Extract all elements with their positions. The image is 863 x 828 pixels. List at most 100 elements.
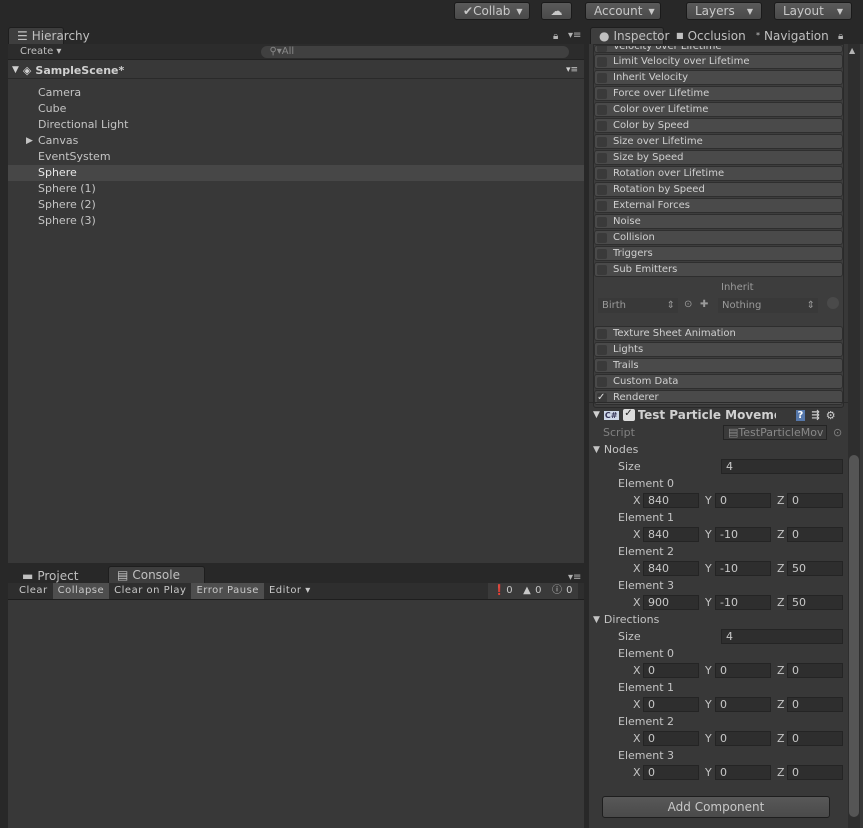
warning-count-toggle[interactable]: ▲ 0 xyxy=(518,583,547,599)
particle-module-header[interactable]: Limit Velocity over Lifetime xyxy=(594,54,843,69)
tab-inspector[interactable]: ● Inspector xyxy=(590,27,669,44)
hierarchy-item[interactable]: Sphere xyxy=(8,165,584,181)
particle-module-header[interactable]: Size by Speed xyxy=(594,150,843,165)
module-checkbox[interactable] xyxy=(597,248,607,259)
vector-z-field[interactable]: 0 xyxy=(787,663,843,678)
tab-project[interactable]: ▬ Project xyxy=(14,567,86,584)
layout-button[interactable]: Layout ▼ xyxy=(774,2,852,20)
panel-menu-icon[interactable]: ▾≡ xyxy=(568,572,581,583)
module-checkbox[interactable] xyxy=(597,72,607,83)
sub-emitter-type-select[interactable]: Birth ⇕ xyxy=(598,298,678,313)
vector-y-field[interactable]: -10 xyxy=(715,561,771,576)
component-enabled-checkbox[interactable]: ✓ xyxy=(622,409,635,421)
particle-module-header[interactable]: Triggers xyxy=(594,246,843,261)
particle-module-header[interactable]: Noise xyxy=(594,214,843,229)
particle-module-header[interactable]: Lights xyxy=(594,342,843,357)
vector-z-field[interactable]: 0 xyxy=(787,765,843,780)
preset-icon[interactable]: ⇶ xyxy=(811,410,819,421)
module-checkbox[interactable] xyxy=(597,136,607,147)
particle-module-header[interactable]: Inherit Velocity xyxy=(594,70,843,85)
hierarchy-item[interactable]: Directional Light xyxy=(8,117,584,133)
add-component-button[interactable]: Add Component xyxy=(602,796,830,818)
module-checkbox[interactable] xyxy=(597,56,607,67)
panel-menu-icon[interactable]: ▾≡ xyxy=(568,30,581,41)
array-size-field[interactable]: 4 xyxy=(721,629,843,644)
scrollbar-thumb[interactable] xyxy=(849,455,859,817)
particle-module-header[interactable]: Collision xyxy=(594,230,843,245)
vector-x-field[interactable]: 900 xyxy=(643,595,699,610)
vector-x-field[interactable]: 840 xyxy=(643,561,699,576)
account-button[interactable]: Account ▼ xyxy=(585,2,661,20)
particle-module-header[interactable]: Texture Sheet Animation xyxy=(594,326,843,341)
vector-x-field[interactable]: 0 xyxy=(643,731,699,746)
module-checkbox[interactable] xyxy=(597,200,607,211)
inspector-scrollbar[interactable]: ▲ xyxy=(848,44,860,828)
hierarchy-item[interactable]: Sphere (3) xyxy=(8,213,584,229)
expand-arrow-icon[interactable]: ▼ xyxy=(593,615,600,625)
scroll-up-icon[interactable]: ▲ xyxy=(849,46,855,55)
particle-module-header[interactable]: Trails xyxy=(594,358,843,373)
vector-y-field[interactable]: 0 xyxy=(715,765,771,780)
layers-button[interactable]: Layers ▼ xyxy=(686,2,762,20)
help-icon[interactable]: ? xyxy=(795,409,806,421)
hierarchy-item[interactable]: Sphere (2) xyxy=(8,197,584,213)
lock-icon[interactable]: 🔒︎ xyxy=(553,31,558,42)
particle-module-header[interactable]: Custom Data xyxy=(594,374,843,389)
cloud-button[interactable]: ☁ xyxy=(541,2,572,20)
tab-console[interactable]: ▤ Console xyxy=(108,566,205,583)
object-picker-icon[interactable]: ⊙ xyxy=(684,299,692,310)
particle-module-header[interactable]: Color over Lifetime xyxy=(594,102,843,117)
collapse-button[interactable]: Collapse xyxy=(52,583,110,599)
module-checkbox[interactable] xyxy=(597,152,607,163)
vector-x-field[interactable]: 0 xyxy=(643,697,699,712)
lock-icon[interactable]: 🔒︎ xyxy=(838,31,843,42)
module-checkbox[interactable] xyxy=(597,168,607,179)
hierarchy-item[interactable]: Cube xyxy=(8,101,584,117)
module-checkbox[interactable] xyxy=(597,88,607,99)
particle-module-header[interactable]: External Forces xyxy=(594,198,843,213)
vector-y-field[interactable]: 0 xyxy=(715,663,771,678)
expand-arrow-icon[interactable]: ▼ xyxy=(593,445,600,455)
particle-module-header[interactable]: Color by Speed xyxy=(594,118,843,133)
collapse-arrow-icon[interactable]: ▼ xyxy=(593,410,600,420)
module-checkbox[interactable]: ✓ xyxy=(597,392,607,403)
vector-y-field[interactable]: 0 xyxy=(715,731,771,746)
gear-icon[interactable]: ⚙ xyxy=(826,409,836,422)
search-input[interactable]: ⚲▾All xyxy=(261,45,570,58)
add-sub-emitter-button[interactable] xyxy=(827,297,839,309)
collab-button[interactable]: ✔ Collab ▼ xyxy=(454,2,530,20)
clear-on-play-button[interactable]: Clear on Play xyxy=(109,583,191,599)
scene-menu-icon[interactable]: ▾≡ xyxy=(566,65,578,75)
script-field[interactable]: ▤TestParticleMov xyxy=(723,425,827,440)
particle-module-header[interactable]: Sub Emitters xyxy=(594,262,843,277)
clear-button[interactable]: Clear xyxy=(14,583,53,599)
module-checkbox[interactable] xyxy=(597,104,607,115)
module-checkbox[interactable] xyxy=(597,46,607,52)
module-checkbox[interactable] xyxy=(597,328,607,339)
vector-z-field[interactable]: 0 xyxy=(787,527,843,542)
vector-z-field[interactable]: 0 xyxy=(787,493,843,508)
module-checkbox[interactable] xyxy=(597,376,607,387)
hierarchy-item[interactable]: EventSystem xyxy=(8,149,584,165)
particle-module-header[interactable]: Force over Lifetime xyxy=(594,86,843,101)
vector-z-field[interactable]: 50 xyxy=(787,561,843,576)
module-checkbox[interactable] xyxy=(597,232,607,243)
module-checkbox[interactable] xyxy=(597,264,607,275)
object-picker-icon[interactable]: ⊙ xyxy=(833,426,842,439)
module-checkbox[interactable] xyxy=(597,344,607,355)
vector-y-field[interactable]: 0 xyxy=(715,493,771,508)
error-pause-button[interactable]: Error Pause xyxy=(191,583,264,599)
expand-arrow-icon[interactable]: ▼ xyxy=(12,65,19,75)
editor-dropdown[interactable]: Editor ▾ xyxy=(264,583,316,599)
inherit-select[interactable]: Nothing ⇕ xyxy=(718,298,818,313)
particle-module-header[interactable]: Size over Lifetime xyxy=(594,134,843,149)
vector-x-field[interactable]: 840 xyxy=(643,493,699,508)
vector-y-field[interactable]: -10 xyxy=(715,595,771,610)
module-checkbox[interactable] xyxy=(597,360,607,371)
vector-x-field[interactable]: 0 xyxy=(643,765,699,780)
vector-z-field[interactable]: 0 xyxy=(787,731,843,746)
module-checkbox[interactable] xyxy=(597,184,607,195)
particle-module-header[interactable]: Rotation by Speed xyxy=(594,182,843,197)
vector-y-field[interactable]: 0 xyxy=(715,697,771,712)
particle-module-header[interactable]: Velocity over Lifetime xyxy=(594,45,843,53)
